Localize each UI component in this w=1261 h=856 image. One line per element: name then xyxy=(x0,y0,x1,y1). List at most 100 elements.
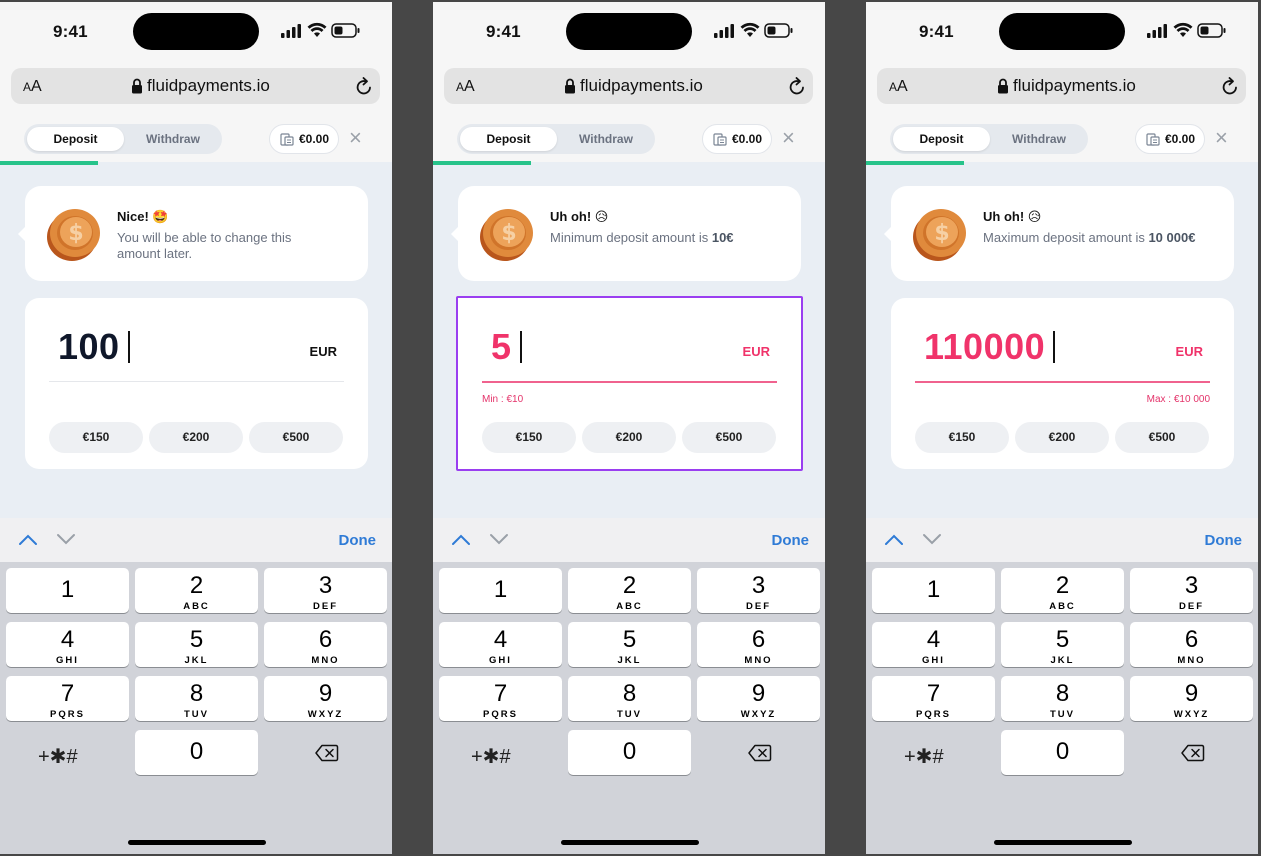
amount-input[interactable]: 100 xyxy=(58,326,130,368)
text-size-button[interactable]: AA xyxy=(456,78,475,96)
key-2[interactable]: 2 ABC xyxy=(135,568,258,613)
symbols-key[interactable]: +✱# xyxy=(904,744,944,769)
key-digit: 3 xyxy=(1184,572,1199,599)
reload-icon[interactable] xyxy=(788,77,806,96)
close-icon[interactable]: × xyxy=(1215,127,1233,149)
home-indicator xyxy=(128,840,266,845)
key-4[interactable]: 4 GHI xyxy=(439,622,562,667)
tab-deposit[interactable]: Deposit xyxy=(893,127,990,151)
reload-icon[interactable] xyxy=(355,77,373,96)
key-7[interactable]: 7 PQRS xyxy=(6,676,129,721)
key-letters: ABC xyxy=(183,601,210,612)
key-8[interactable]: 8 TUV xyxy=(568,676,691,721)
tab-deposit[interactable]: Deposit xyxy=(460,127,557,151)
text-caret xyxy=(127,331,130,363)
done-button[interactable]: Done xyxy=(339,532,377,549)
key-5[interactable]: 5 JKL xyxy=(135,622,258,667)
key-2[interactable]: 2 ABC xyxy=(568,568,691,613)
quick-amount-button[interactable]: €200 xyxy=(582,422,676,453)
key-1[interactable]: 1 xyxy=(872,568,995,613)
message-title: Nice! 🤩 xyxy=(117,209,169,224)
key-7[interactable]: 7 PQRS xyxy=(872,676,995,721)
wallet-icon xyxy=(1146,133,1160,146)
backspace-icon[interactable] xyxy=(315,744,339,762)
key-3[interactable]: 3 DEF xyxy=(697,568,820,613)
backspace-icon[interactable] xyxy=(748,744,772,762)
tab-withdraw[interactable]: Withdraw xyxy=(128,127,218,151)
amount-input[interactable]: 5 xyxy=(491,326,522,368)
key-letters: JKL xyxy=(617,655,642,666)
chevron-up-icon[interactable] xyxy=(18,532,38,546)
chevron-down-icon[interactable] xyxy=(489,532,509,546)
message-title: Uh oh! 😥 xyxy=(550,209,609,224)
backspace-icon[interactable] xyxy=(1181,744,1205,762)
done-button[interactable]: Done xyxy=(1205,532,1243,549)
key-3[interactable]: 3 DEF xyxy=(264,568,387,613)
text-caret xyxy=(1053,331,1056,363)
balance-badge[interactable]: €0.00 xyxy=(1135,124,1205,154)
key-1[interactable]: 1 xyxy=(6,568,129,613)
key-digit: 4 xyxy=(926,626,941,653)
key-letters: JKL xyxy=(184,655,209,666)
svg-text:$: $ xyxy=(934,221,949,246)
key-8[interactable]: 8 TUV xyxy=(135,676,258,721)
key-digit: 2 xyxy=(622,572,637,599)
balance-badge[interactable]: €0.00 xyxy=(269,124,339,154)
close-icon[interactable]: × xyxy=(349,127,367,149)
quick-amount-button[interactable]: €150 xyxy=(482,422,576,453)
numeric-keypad: 1 2 ABC 3 DEF 4 GHI 5 JKL 6 MNO 7 PQRS 8 TUV 9 WXYZ 0 +✱# xyxy=(0,562,392,854)
key-digit: 0 xyxy=(622,738,637,765)
text-size-button[interactable]: AA xyxy=(23,78,42,96)
close-icon[interactable]: × xyxy=(782,127,800,149)
quick-amount-button[interactable]: €150 xyxy=(915,422,1009,453)
chevron-down-icon[interactable] xyxy=(922,532,942,546)
key-5[interactable]: 5 JKL xyxy=(568,622,691,667)
symbols-key[interactable]: +✱# xyxy=(471,744,511,769)
key-0[interactable]: 0 xyxy=(1001,730,1124,775)
key-5[interactable]: 5 JKL xyxy=(1001,622,1124,667)
wallet-icon xyxy=(280,133,294,146)
balance-badge[interactable]: €0.00 xyxy=(702,124,772,154)
key-2[interactable]: 2 ABC xyxy=(1001,568,1124,613)
symbols-key[interactable]: +✱# xyxy=(38,744,78,769)
address-bar[interactable]: AA fluidpayments.io xyxy=(444,68,813,104)
key-0[interactable]: 0 xyxy=(568,730,691,775)
key-0[interactable]: 0 xyxy=(135,730,258,775)
key-4[interactable]: 4 GHI xyxy=(872,622,995,667)
key-digit: 1 xyxy=(493,576,508,603)
key-3[interactable]: 3 DEF xyxy=(1130,568,1253,613)
key-6[interactable]: 6 MNO xyxy=(1130,622,1253,667)
message-body: You will be able to change this amount l… xyxy=(117,230,292,261)
chevron-up-icon[interactable] xyxy=(451,532,471,546)
chevron-up-icon[interactable] xyxy=(884,532,904,546)
quick-amount-button[interactable]: €150 xyxy=(49,422,143,453)
address-bar[interactable]: AA fluidpayments.io xyxy=(877,68,1246,104)
key-9[interactable]: 9 WXYZ xyxy=(697,676,820,721)
key-9[interactable]: 9 WXYZ xyxy=(264,676,387,721)
tab-deposit[interactable]: Deposit xyxy=(27,127,124,151)
key-digit: 5 xyxy=(1055,626,1070,653)
tab-withdraw[interactable]: Withdraw xyxy=(561,127,651,151)
key-7[interactable]: 7 PQRS xyxy=(439,676,562,721)
quick-amount-button[interactable]: €200 xyxy=(149,422,243,453)
text-caret xyxy=(519,331,522,363)
chevron-down-icon[interactable] xyxy=(56,532,76,546)
key-1[interactable]: 1 xyxy=(439,568,562,613)
key-4[interactable]: 4 GHI xyxy=(6,622,129,667)
text-size-button[interactable]: AA xyxy=(889,78,908,96)
key-6[interactable]: 6 MNO xyxy=(697,622,820,667)
quick-amount-button[interactable]: €200 xyxy=(1015,422,1109,453)
key-8[interactable]: 8 TUV xyxy=(1001,676,1124,721)
key-letters: PQRS xyxy=(916,709,951,720)
key-6[interactable]: 6 MNO xyxy=(264,622,387,667)
quick-amount-button[interactable]: €500 xyxy=(682,422,776,453)
done-button[interactable]: Done xyxy=(772,532,810,549)
address-bar[interactable]: AA fluidpayments.io xyxy=(11,68,380,104)
step-progress xyxy=(0,161,98,165)
quick-amount-button[interactable]: €500 xyxy=(1115,422,1209,453)
amount-input[interactable]: 110000 xyxy=(924,326,1056,368)
reload-icon[interactable] xyxy=(1221,77,1239,96)
tab-withdraw[interactable]: Withdraw xyxy=(994,127,1084,151)
quick-amount-button[interactable]: €500 xyxy=(249,422,343,453)
key-9[interactable]: 9 WXYZ xyxy=(1130,676,1253,721)
